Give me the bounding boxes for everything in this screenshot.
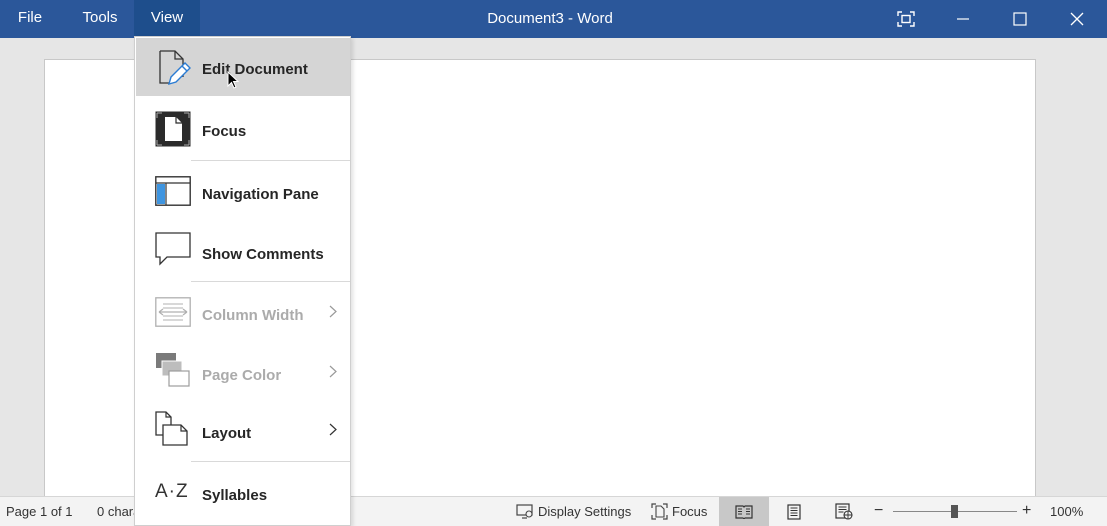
chevron-right-icon	[329, 423, 337, 436]
menu-item-label: Show Comments	[202, 246, 324, 263]
focus-icon	[155, 111, 191, 152]
read-mode-button[interactable]	[719, 497, 769, 526]
menu-item-syllables[interactable]: A·Z Syllables	[136, 465, 350, 523]
page-color-icon	[155, 352, 191, 393]
window-title: Document3 - Word	[487, 10, 613, 27]
layout-icon	[155, 411, 191, 452]
menu-item-focus[interactable]: Focus	[136, 101, 350, 159]
mouse-cursor-icon	[227, 71, 239, 89]
menu-separator	[191, 461, 350, 462]
display-settings-button[interactable]: Display Settings	[516, 497, 631, 526]
menu-view[interactable]: View	[134, 0, 200, 38]
maximize-icon	[1013, 12, 1027, 26]
menu-tools[interactable]: Tools	[66, 0, 134, 38]
view-menu-dropdown: Edit Document Focus Navigation Pane Show…	[134, 36, 351, 526]
minimize-button[interactable]	[935, 0, 991, 38]
display-settings-label: Display Settings	[538, 504, 632, 519]
print-layout-button[interactable]	[769, 497, 819, 526]
print-layout-icon	[787, 503, 801, 520]
menu-separator	[191, 160, 350, 161]
zoom-slider-thumb[interactable]	[951, 505, 958, 518]
zoom-in-button[interactable]: +	[1022, 497, 1031, 526]
menu-item-label: Edit Document	[202, 61, 308, 78]
status-focus-button[interactable]: Focus	[651, 497, 707, 526]
menu-item-edit-document[interactable]: Edit Document	[136, 38, 350, 96]
menu-item-label: Syllables	[202, 487, 268, 504]
syllables-icon: A·Z	[155, 481, 189, 502]
menu-item-column-width[interactable]: Column Width	[136, 285, 350, 343]
menu-item-page-color[interactable]: Page Color	[136, 345, 350, 403]
close-icon	[1070, 12, 1084, 26]
menu-item-layout[interactable]: Layout	[136, 403, 350, 461]
display-settings-icon	[516, 504, 533, 519]
menu-file[interactable]: File	[0, 0, 60, 38]
read-mode-icon	[735, 504, 753, 519]
full-screen-icon	[897, 11, 915, 27]
zoom-out-button[interactable]: −	[874, 497, 883, 526]
menu-item-label: Column Width	[202, 307, 304, 324]
zoom-level[interactable]: 100%	[1050, 497, 1083, 526]
menu-item-show-comments[interactable]: Show Comments	[136, 223, 350, 279]
web-layout-icon	[835, 503, 853, 520]
maximize-button[interactable]	[992, 0, 1048, 38]
focus-icon	[651, 503, 668, 520]
web-layout-button[interactable]	[819, 497, 869, 526]
menu-item-label: Page Color	[202, 367, 282, 384]
chevron-right-icon	[329, 305, 337, 318]
minimize-icon	[957, 18, 969, 20]
page-count[interactable]: Page 1 of 1	[6, 497, 73, 526]
navigation-pane-icon	[155, 176, 191, 211]
title-bar: File Tools View Document3 - Word	[0, 0, 1107, 38]
menu-item-label: Navigation Pane	[202, 186, 319, 203]
close-button[interactable]	[1049, 0, 1105, 38]
full-screen-button[interactable]	[878, 0, 934, 38]
menu-item-label: Layout	[202, 425, 252, 442]
status-focus-label: Focus	[672, 504, 708, 519]
menu-item-label: Focus	[202, 123, 247, 140]
menu-separator	[191, 281, 350, 282]
edit-document-icon	[155, 49, 191, 92]
menu-item-navigation-pane[interactable]: Navigation Pane	[136, 163, 350, 219]
chevron-right-icon	[329, 365, 337, 378]
column-width-icon	[155, 297, 191, 332]
comment-icon	[155, 232, 191, 271]
